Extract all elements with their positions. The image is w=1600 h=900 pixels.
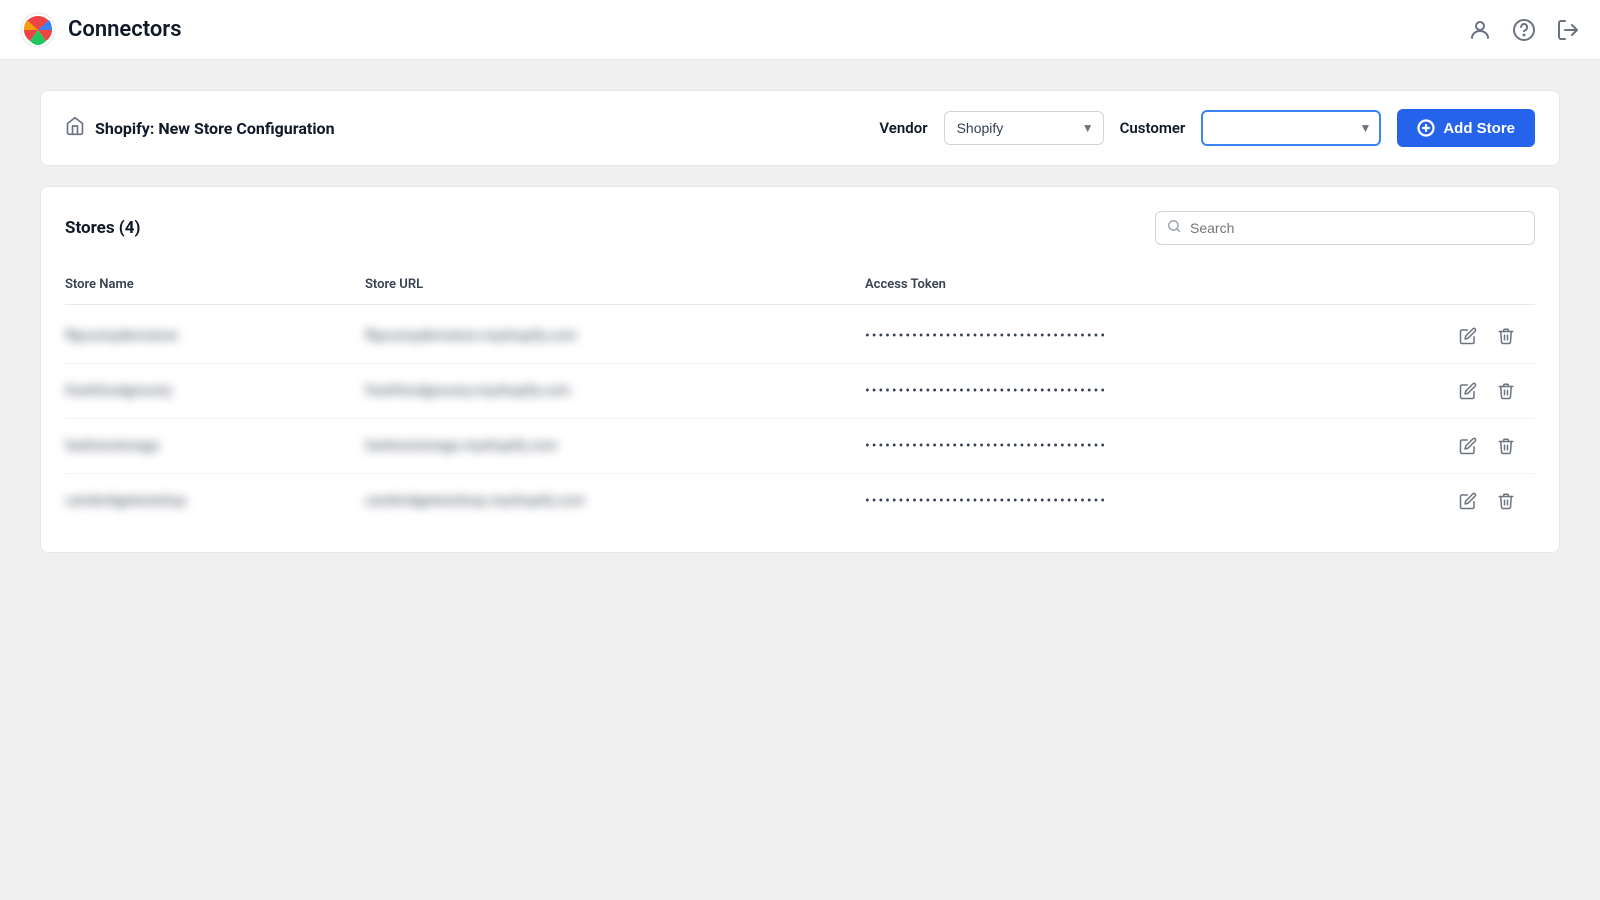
search-wrapper	[1155, 211, 1535, 245]
app-title: Connectors	[68, 17, 182, 42]
delete-button[interactable]	[1493, 488, 1519, 514]
table-row: cambridgetestshop cambridgetestshop.mysh…	[65, 474, 1535, 528]
table-row: freshfoodgrocery freshfoodgrocery.myshop…	[65, 364, 1535, 419]
header-right	[1468, 18, 1580, 42]
config-card: Shopify: New Store Configuration Vendor …	[40, 90, 1560, 166]
main-content: Shopify: New Store Configuration Vendor …	[0, 60, 1600, 900]
edit-button[interactable]	[1455, 488, 1481, 514]
col-header-url: Store URL	[365, 277, 865, 292]
customer-select[interactable]	[1201, 110, 1381, 146]
vendor-select-wrapper: Shopify WooCommerce Magento ▼	[944, 111, 1104, 145]
col-header-token: Access Token	[865, 277, 1455, 292]
config-title: Shopify: New Store Configuration	[95, 119, 335, 138]
config-card-left: Shopify: New Store Configuration	[65, 116, 855, 141]
row-actions	[1455, 378, 1535, 404]
vendor-select[interactable]: Shopify WooCommerce Magento	[944, 111, 1104, 145]
row-actions	[1455, 433, 1535, 459]
header-left: Connectors	[20, 12, 182, 48]
col-header-actions	[1455, 277, 1535, 292]
user-icon[interactable]	[1468, 18, 1492, 42]
search-icon	[1167, 219, 1181, 237]
customer-label: Customer	[1120, 119, 1186, 137]
row-actions	[1455, 323, 1535, 349]
header: Connectors	[0, 0, 1600, 60]
edit-button[interactable]	[1455, 323, 1481, 349]
config-card-right: Vendor Shopify WooCommerce Magento ▼ Cus…	[879, 109, 1535, 147]
table-row: fashionstoraga fashionstoraga.myshopify.…	[65, 419, 1535, 474]
store-name: fashionstoraga	[65, 438, 365, 454]
stores-card: Stores (4) Store Name Store URL Access T…	[40, 186, 1560, 553]
add-store-icon	[1417, 119, 1435, 137]
store-name: cambridgetestshop	[65, 493, 365, 509]
vendor-label: Vendor	[879, 119, 927, 137]
stores-header: Stores (4)	[65, 211, 1535, 245]
add-store-button[interactable]: Add Store	[1397, 109, 1535, 147]
col-header-name: Store Name	[65, 277, 365, 292]
delete-button[interactable]	[1493, 433, 1519, 459]
home-icon	[65, 116, 85, 141]
store-url: fashionstoraga.myshopify.com	[365, 438, 865, 454]
store-name: freshfoodgrocery	[65, 383, 365, 399]
access-token: ••••••••••••••••••••••••••••••••••••	[865, 438, 1455, 454]
table-row: flipcomydernstore flipcomydernstore.mysh…	[65, 309, 1535, 364]
store-url: flipcomydernstore.myshopify.com	[365, 328, 865, 344]
store-url: freshfoodgrocery.myshopify.com	[365, 383, 865, 399]
delete-button[interactable]	[1493, 323, 1519, 349]
table-column-headers: Store Name Store URL Access Token	[65, 269, 1535, 305]
access-token: ••••••••••••••••••••••••••••••••••••	[865, 383, 1455, 399]
add-store-label: Add Store	[1443, 120, 1515, 137]
app-logo	[20, 12, 56, 48]
row-actions	[1455, 488, 1535, 514]
edit-button[interactable]	[1455, 433, 1481, 459]
table-body: flipcomydernstore flipcomydernstore.mysh…	[65, 309, 1535, 528]
store-name: flipcomydernstore	[65, 328, 365, 344]
delete-button[interactable]	[1493, 378, 1519, 404]
stores-title: Stores (4)	[65, 218, 140, 238]
store-url: cambridgetestshop.myshopify.com	[365, 493, 865, 509]
edit-button[interactable]	[1455, 378, 1481, 404]
help-icon[interactable]	[1512, 18, 1536, 42]
customer-select-wrapper: ▼	[1201, 110, 1381, 146]
access-token: ••••••••••••••••••••••••••••••••••••	[865, 328, 1455, 344]
access-token: ••••••••••••••••••••••••••••••••••••	[865, 493, 1455, 509]
search-input[interactable]	[1155, 211, 1535, 245]
logout-icon[interactable]	[1556, 18, 1580, 42]
